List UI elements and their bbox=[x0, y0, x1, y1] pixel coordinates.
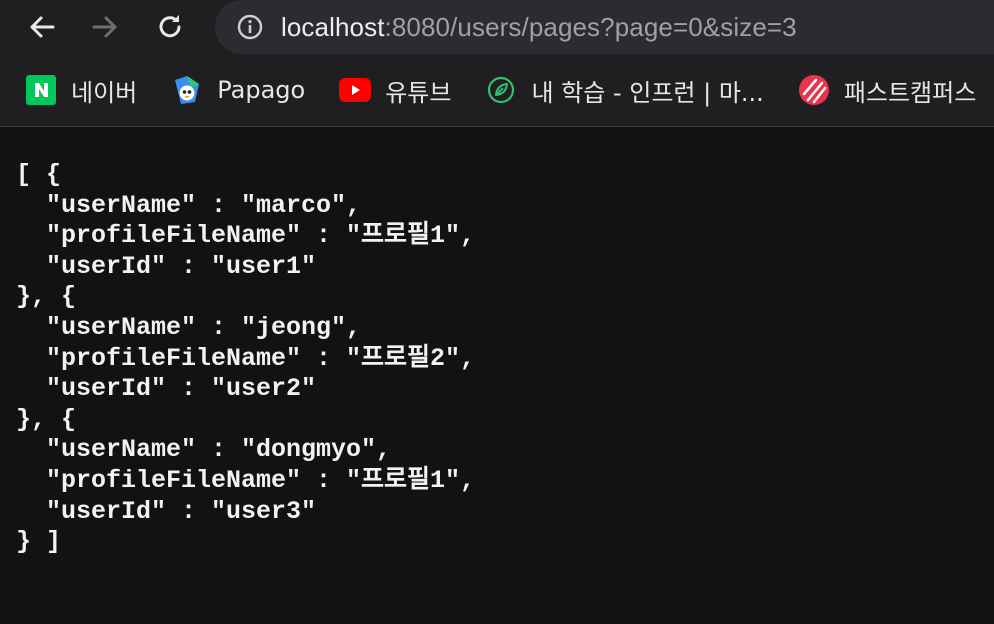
url-host: localhost bbox=[281, 11, 385, 42]
naver-icon bbox=[25, 74, 57, 106]
address-bar[interactable]: localhost:8080/users/pages?page=0&size=3 bbox=[215, 0, 994, 54]
bookmark-label: 유튜브 bbox=[385, 78, 452, 107]
browser-toolbar: localhost:8080/users/pages?page=0&size=3 bbox=[0, 0, 994, 54]
forward-button[interactable] bbox=[85, 7, 125, 47]
youtube-icon bbox=[339, 74, 372, 106]
back-button[interactable] bbox=[22, 7, 62, 47]
reload-icon bbox=[159, 15, 181, 38]
bookmark-papago[interactable]: Papago bbox=[171, 74, 305, 106]
bookmark-inflearn[interactable]: 내 학습 - 인프런 | 마... bbox=[485, 73, 764, 108]
arrow-left-icon bbox=[30, 16, 55, 38]
bookmark-label: 네이버 bbox=[71, 78, 138, 107]
inflearn-icon bbox=[485, 74, 517, 106]
arrow-right-icon bbox=[92, 16, 117, 38]
bookmark-label: Papago bbox=[217, 76, 306, 104]
bookmark-label: 패스트캠퍼스 bbox=[843, 78, 977, 107]
bookmark-naver[interactable]: 네이버 bbox=[25, 73, 137, 108]
bookmark-fastcampus[interactable]: 패스트캠퍼스 bbox=[798, 73, 976, 108]
bookmarks-bar: 네이버 Papago 유튜브 내 학습 - 인프런 | 마... 패스트캠퍼스 bbox=[0, 54, 994, 127]
bookmark-youtube[interactable]: 유튜브 bbox=[339, 73, 451, 108]
page-content: [ { "userName" : "marco", "profileFileNa… bbox=[0, 127, 994, 558]
papago-icon bbox=[171, 74, 203, 106]
json-response: [ { "userName" : "marco", "profileFileNa… bbox=[16, 160, 476, 557]
url-path: :8080/users/pages?page=0&size=3 bbox=[384, 11, 797, 42]
bookmark-label: 내 학습 - 인프런 | 마... bbox=[531, 78, 764, 107]
info-icon[interactable] bbox=[235, 12, 265, 42]
url-text[interactable]: localhost:8080/users/pages?page=0&size=3 bbox=[281, 12, 797, 43]
fastcampus-icon bbox=[798, 74, 830, 106]
reload-button[interactable] bbox=[150, 7, 190, 47]
